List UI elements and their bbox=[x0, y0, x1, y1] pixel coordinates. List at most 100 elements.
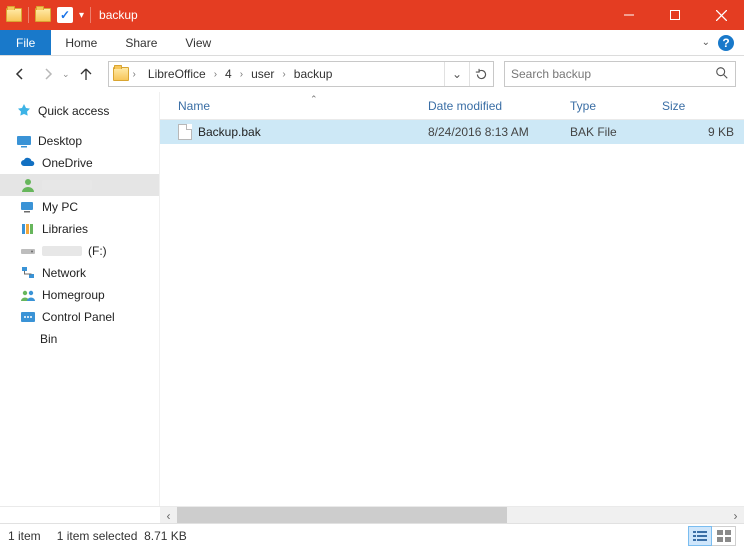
back-button[interactable] bbox=[8, 62, 32, 86]
file-list-empty-area[interactable] bbox=[160, 144, 744, 506]
file-type: BAK File bbox=[570, 125, 617, 139]
search-icon[interactable] bbox=[715, 66, 729, 83]
maximize-button[interactable] bbox=[652, 0, 698, 30]
sidebar-item-label: OneDrive bbox=[42, 156, 93, 170]
address-dropdown-button[interactable]: ⌄ bbox=[445, 62, 469, 86]
sidebar-item-homegroup[interactable]: Homegroup bbox=[0, 284, 159, 306]
qat-folder-icon[interactable] bbox=[6, 8, 22, 22]
forward-button[interactable] bbox=[36, 62, 60, 86]
sidebar-item-user[interactable] bbox=[0, 174, 159, 196]
control-panel-icon bbox=[20, 309, 36, 325]
scrollbar-track[interactable] bbox=[177, 507, 727, 523]
sidebar-item-libraries[interactable]: Libraries bbox=[0, 218, 159, 240]
explorer-window: ✓ ▾ backup File Home Share View ⌄ ? bbox=[0, 0, 744, 547]
thumbnails-view-button[interactable] bbox=[712, 526, 736, 546]
qat-dropdown-icon[interactable]: ▾ bbox=[79, 10, 84, 21]
recent-locations-dropdown[interactable]: ⌄ bbox=[62, 69, 70, 80]
sidebar-item-my-pc[interactable]: My PC bbox=[0, 196, 159, 218]
navigation-bar: ⌄ › LibreOffice › 4 › user › backup ⌄ bbox=[0, 56, 744, 92]
minimize-button[interactable] bbox=[606, 0, 652, 30]
refresh-button[interactable] bbox=[469, 62, 493, 86]
qat-separator-2 bbox=[90, 7, 91, 23]
file-row[interactable]: Backup.bak 8/24/2016 8:13 AM BAK File 9 … bbox=[160, 120, 744, 144]
tab-view[interactable]: View bbox=[171, 30, 225, 55]
qat-properties-icon[interactable]: ✓ bbox=[57, 7, 73, 23]
sidebar-item-bin[interactable]: Bin bbox=[0, 328, 159, 350]
sidebar-item-onedrive[interactable]: OneDrive bbox=[0, 152, 159, 174]
status-item-count: 1 item bbox=[8, 529, 41, 543]
search-input[interactable]: Search backup bbox=[504, 61, 736, 87]
minimize-ribbon-icon[interactable]: ⌄ bbox=[702, 37, 710, 48]
sidebar-item-suffix: (F:) bbox=[88, 244, 107, 258]
address-bar[interactable]: › LibreOffice › 4 › user › backup ⌄ bbox=[108, 61, 494, 87]
breadcrumb-label: LibreOffice bbox=[148, 67, 206, 81]
status-selected-size: 8.71 KB bbox=[144, 529, 187, 543]
chevron-right-icon[interactable]: › bbox=[236, 69, 247, 80]
pc-icon bbox=[20, 199, 36, 215]
column-header-type[interactable]: Type bbox=[564, 99, 656, 113]
file-name: Backup.bak bbox=[198, 125, 261, 139]
breadcrumb[interactable]: backup bbox=[290, 67, 337, 81]
sidebar-item-network[interactable]: Network bbox=[0, 262, 159, 284]
file-tab[interactable]: File bbox=[0, 30, 51, 55]
sidebar-item-quick-access[interactable]: Quick access bbox=[0, 100, 159, 122]
column-headers: ⌃ Name Date modified Type Size bbox=[160, 92, 744, 120]
breadcrumb-label: user bbox=[251, 67, 274, 81]
column-header-name[interactable]: Name bbox=[172, 99, 422, 113]
help-icon[interactable]: ? bbox=[718, 35, 734, 51]
folder-icon bbox=[113, 67, 129, 81]
breadcrumb-label: 4 bbox=[225, 67, 232, 81]
sidebar-item-label: Homegroup bbox=[42, 288, 105, 302]
chevron-right-icon[interactable]: › bbox=[278, 69, 289, 80]
close-button[interactable] bbox=[698, 0, 744, 30]
breadcrumb[interactable]: LibreOffice bbox=[144, 67, 210, 81]
status-selected-label: 1 item selected bbox=[57, 529, 138, 543]
scrollbar-thumb[interactable] bbox=[177, 507, 507, 524]
breadcrumb[interactable]: 4 bbox=[221, 67, 236, 81]
user-icon bbox=[20, 177, 36, 193]
sort-indicator-icon: ⌃ bbox=[310, 94, 318, 105]
redacted-label bbox=[42, 180, 92, 190]
file-size-cell: 9 KB bbox=[656, 125, 744, 139]
scroll-left-button[interactable]: ‹ bbox=[160, 507, 177, 524]
sidebar-item-drive[interactable]: (F:) bbox=[0, 240, 159, 262]
tab-label: View bbox=[185, 36, 211, 50]
file-date: 8/24/2016 8:13 AM bbox=[428, 125, 529, 139]
details-view-button[interactable] bbox=[688, 526, 712, 546]
tab-label: Home bbox=[65, 36, 97, 50]
libraries-icon bbox=[20, 221, 36, 237]
sidebar-item-label: Bin bbox=[40, 332, 57, 346]
chevron-right-icon[interactable]: › bbox=[129, 69, 140, 80]
sidebar-item-control-panel[interactable]: Control Panel bbox=[0, 306, 159, 328]
view-toggle-group bbox=[688, 526, 736, 546]
search-placeholder: Search backup bbox=[511, 67, 591, 81]
scroll-right-button[interactable]: › bbox=[727, 507, 744, 524]
horizontal-scrollbar[interactable]: ‹ › bbox=[0, 506, 744, 523]
window-controls bbox=[606, 0, 744, 30]
breadcrumb[interactable]: user bbox=[247, 67, 278, 81]
tab-label: Share bbox=[125, 36, 157, 50]
drive-icon bbox=[20, 243, 36, 259]
window-title: backup bbox=[99, 8, 138, 22]
address-root-icon[interactable]: › bbox=[109, 67, 144, 81]
tab-share[interactable]: Share bbox=[111, 30, 171, 55]
body: Quick access Desktop OneDrive bbox=[0, 92, 744, 506]
column-header-label: Type bbox=[570, 99, 596, 113]
column-header-label: Name bbox=[178, 99, 210, 113]
chevron-right-icon[interactable]: › bbox=[210, 69, 221, 80]
status-bar: 1 item 1 item selected 8.71 KB bbox=[0, 523, 744, 547]
column-header-size[interactable]: Size bbox=[656, 99, 744, 113]
column-header-label: Date modified bbox=[428, 99, 502, 113]
desktop-icon bbox=[16, 133, 32, 149]
redacted-label bbox=[42, 246, 82, 256]
file-tab-label: File bbox=[16, 36, 35, 50]
up-button[interactable] bbox=[74, 62, 98, 86]
file-pane: ⌃ Name Date modified Type Size Backup.ba… bbox=[160, 92, 744, 506]
tab-home[interactable]: Home bbox=[51, 30, 111, 55]
homegroup-icon bbox=[20, 287, 36, 303]
qat-folder-icon-2[interactable] bbox=[35, 8, 51, 22]
sidebar-item-label: My PC bbox=[42, 200, 78, 214]
file-name-cell: Backup.bak bbox=[172, 124, 422, 140]
sidebar-item-desktop[interactable]: Desktop bbox=[0, 130, 159, 152]
column-header-date[interactable]: Date modified bbox=[422, 99, 564, 113]
